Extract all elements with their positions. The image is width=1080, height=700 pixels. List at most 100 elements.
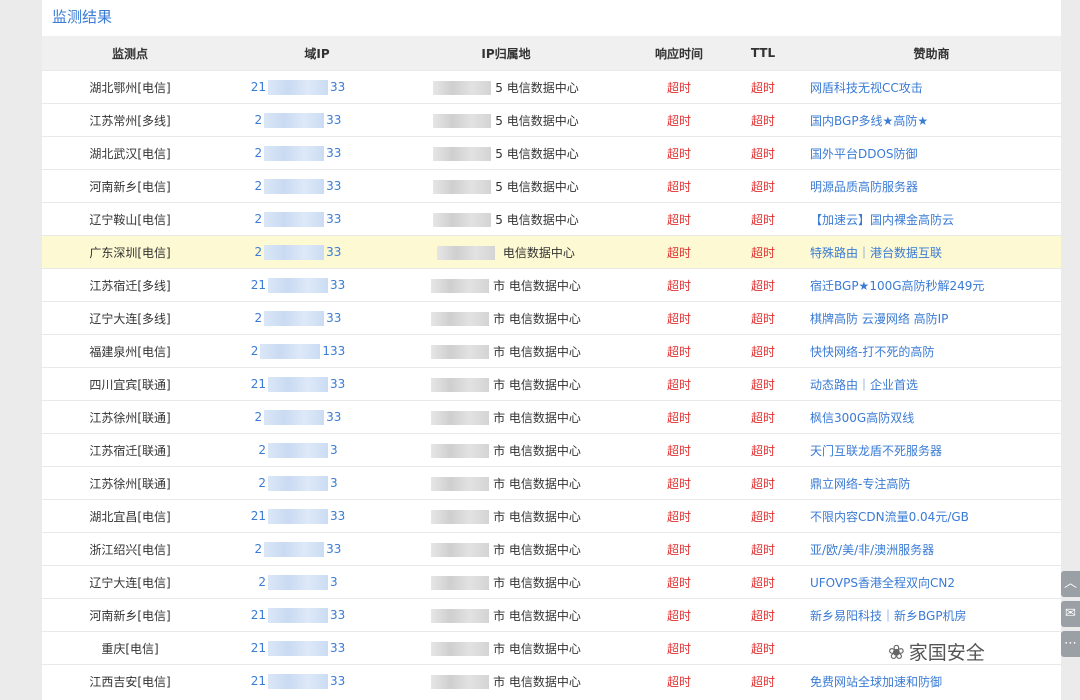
sponsor-link[interactable]: 特殊路由｜港台数据互联	[802, 235, 1061, 269]
cell-node: 四川宜宾[联通]	[42, 367, 218, 401]
location-text: 电信数据中心	[508, 542, 581, 557]
location-text: 电信数据中心	[508, 443, 581, 458]
sponsor-link[interactable]: 枫信300G高防双线	[802, 400, 1061, 434]
cell-location: 市 电信数据中心	[378, 631, 634, 665]
sponsor-link[interactable]: 新乡易阳科技｜新乡BGP机房	[802, 598, 1061, 632]
cell-ttl: 超时	[724, 301, 802, 335]
cell-node: 广东深圳[电信]	[42, 235, 218, 269]
cell-ttl: 超时	[724, 433, 802, 467]
more-button[interactable]: ⋯	[1061, 631, 1080, 657]
cell-ip[interactable]: 2133	[218, 631, 378, 665]
cell-ip[interactable]: 2 33	[218, 532, 378, 566]
cell-ttl: 超时	[724, 400, 802, 434]
cell-ip[interactable]: 2133	[218, 268, 378, 302]
cell-ip[interactable]: 23	[218, 433, 378, 467]
ip-prefix: 21	[250, 277, 266, 292]
cell-ip[interactable]: 2 33	[218, 103, 378, 137]
cell-response-time: 超时	[634, 334, 724, 368]
location-prefix: 市	[493, 641, 506, 656]
cell-response-time: 超时	[634, 631, 724, 665]
sponsor-link[interactable]: 不限内容CDN流量0.04元/GB	[802, 499, 1061, 533]
cell-ip[interactable]: 23	[218, 466, 378, 500]
ip-suffix: 133	[322, 343, 346, 358]
location-redaction	[431, 543, 490, 557]
cell-response-time: 超时	[634, 169, 724, 203]
ip-redaction	[268, 475, 328, 491]
sponsor-link[interactable]: 棋牌高防 云漫网络 高防IP	[802, 301, 1061, 335]
cell-ip[interactable]: 21 33	[218, 70, 378, 104]
cell-node: 湖北武汉[电信]	[42, 136, 218, 170]
location-prefix: 市	[493, 575, 506, 590]
table-row: 浙江绍兴[电信] 2 33 市 电信数据中心 超时 超时 亚/欧/美/非/澳洲服务器	[42, 532, 1061, 566]
cell-node: 辽宁鞍山[电信]	[42, 202, 218, 236]
cell-ip[interactable]: 2133	[218, 598, 378, 632]
cell-location: 5 电信数据中心	[378, 70, 634, 104]
cell-ip[interactable]: 2133	[218, 664, 378, 697]
ip-redaction	[268, 673, 328, 689]
message-icon: ✉	[1065, 606, 1076, 621]
table-row: 湖北鄂州[电信] 21 33 5 电信数据中心 超时 超时 网盾科技无视CC攻击	[42, 70, 1061, 104]
ip-suffix: 33	[326, 310, 342, 325]
header-ttl: TTL	[724, 36, 802, 71]
ip-prefix: 2	[254, 145, 263, 160]
cell-ip[interactable]: 2 33	[218, 400, 378, 434]
sponsor-link[interactable]: 宿迁BGP★100G高防秒解249元	[802, 268, 1061, 302]
ip-prefix: 21	[250, 79, 266, 94]
sponsor-link[interactable]: 鼎立网络-专注高防	[802, 466, 1061, 500]
ip-suffix: 33	[330, 79, 346, 94]
ip-redaction	[264, 145, 325, 161]
message-button[interactable]: ✉	[1061, 601, 1080, 627]
ip-prefix: 2	[254, 244, 263, 259]
cell-ip[interactable]: 23	[218, 565, 378, 599]
cell-location: 市 电信数据中心	[378, 466, 634, 500]
ip-redaction	[268, 574, 328, 590]
cell-ttl: 超时	[724, 235, 802, 269]
cell-node: 江苏徐州[联通]	[42, 466, 218, 500]
cell-ip[interactable]: 2 33	[218, 301, 378, 335]
table-row: 江苏宿迁[多线] 21 33 市 电信数据中心 超时 超时 宿迁BGP★100G高防秒解24…	[42, 268, 1061, 302]
location-redaction	[431, 477, 490, 491]
watermark: ❀ 家国安全	[888, 636, 1058, 668]
cell-response-time: 超时	[634, 301, 724, 335]
location-text: 电信数据中心	[506, 80, 579, 95]
location-prefix: 5	[495, 179, 503, 194]
table-body: 湖北鄂州[电信] 21 33 5 电信数据中心 超时 超时 网盾科技无视CC攻击 江苏常州[多…	[42, 70, 1061, 697]
sponsor-link[interactable]: 国外平台DDOS防御	[802, 136, 1061, 170]
location-redaction	[431, 576, 490, 590]
sponsor-link[interactable]: 亚/欧/美/非/澳洲服务器	[802, 532, 1061, 566]
location-redaction	[431, 378, 490, 392]
cell-ip[interactable]: 2 33	[218, 202, 378, 236]
cell-location: 市 电信数据中心	[378, 598, 634, 632]
ip-prefix: 2	[254, 409, 263, 424]
ip-prefix: 21	[250, 376, 266, 391]
sponsor-link[interactable]: 明源品质高防服务器	[802, 169, 1061, 203]
sponsor-link[interactable]: 快快网络-打不死的高防	[802, 334, 1061, 368]
cell-node: 江苏宿迁[联通]	[42, 433, 218, 467]
back-to-top-button[interactable]: ︿	[1061, 571, 1080, 597]
header-ip: 域IP	[218, 36, 378, 71]
location-prefix: 市	[493, 674, 506, 689]
cell-ip[interactable]: 2133	[218, 499, 378, 533]
cell-ip[interactable]: 2 33	[218, 235, 378, 269]
ip-redaction	[268, 277, 328, 293]
ip-prefix: 2	[254, 541, 263, 556]
cell-ttl: 超时	[724, 499, 802, 533]
sponsor-link[interactable]: 国内BGP多线★高防★	[802, 103, 1061, 137]
sponsor-link[interactable]: 免费网站全球加速和防御	[802, 664, 1061, 697]
sponsor-link[interactable]: 天门互联龙盾不死服务器	[802, 433, 1061, 467]
ip-redaction	[264, 178, 325, 194]
sponsor-link[interactable]: 动态路由｜企业首选	[802, 367, 1061, 401]
sponsor-link[interactable]: 网盾科技无视CC攻击	[802, 70, 1061, 104]
cell-ip[interactable]: 2133	[218, 334, 378, 368]
cell-node: 重庆[电信]	[42, 631, 218, 665]
cell-ip[interactable]: 2 33	[218, 169, 378, 203]
cell-ip[interactable]: 2 33	[218, 136, 378, 170]
ip-redaction	[260, 343, 321, 359]
sponsor-link[interactable]: 【加速云】国内裸金高防云	[802, 202, 1061, 236]
cell-ip[interactable]: 2133	[218, 367, 378, 401]
ip-suffix: 33	[330, 508, 346, 523]
sponsor-link[interactable]: UFOVPS香港全程双向CN2	[802, 565, 1061, 599]
location-prefix: 市	[493, 311, 506, 326]
ip-suffix: 3	[330, 475, 338, 490]
location-prefix: 5	[495, 80, 503, 95]
